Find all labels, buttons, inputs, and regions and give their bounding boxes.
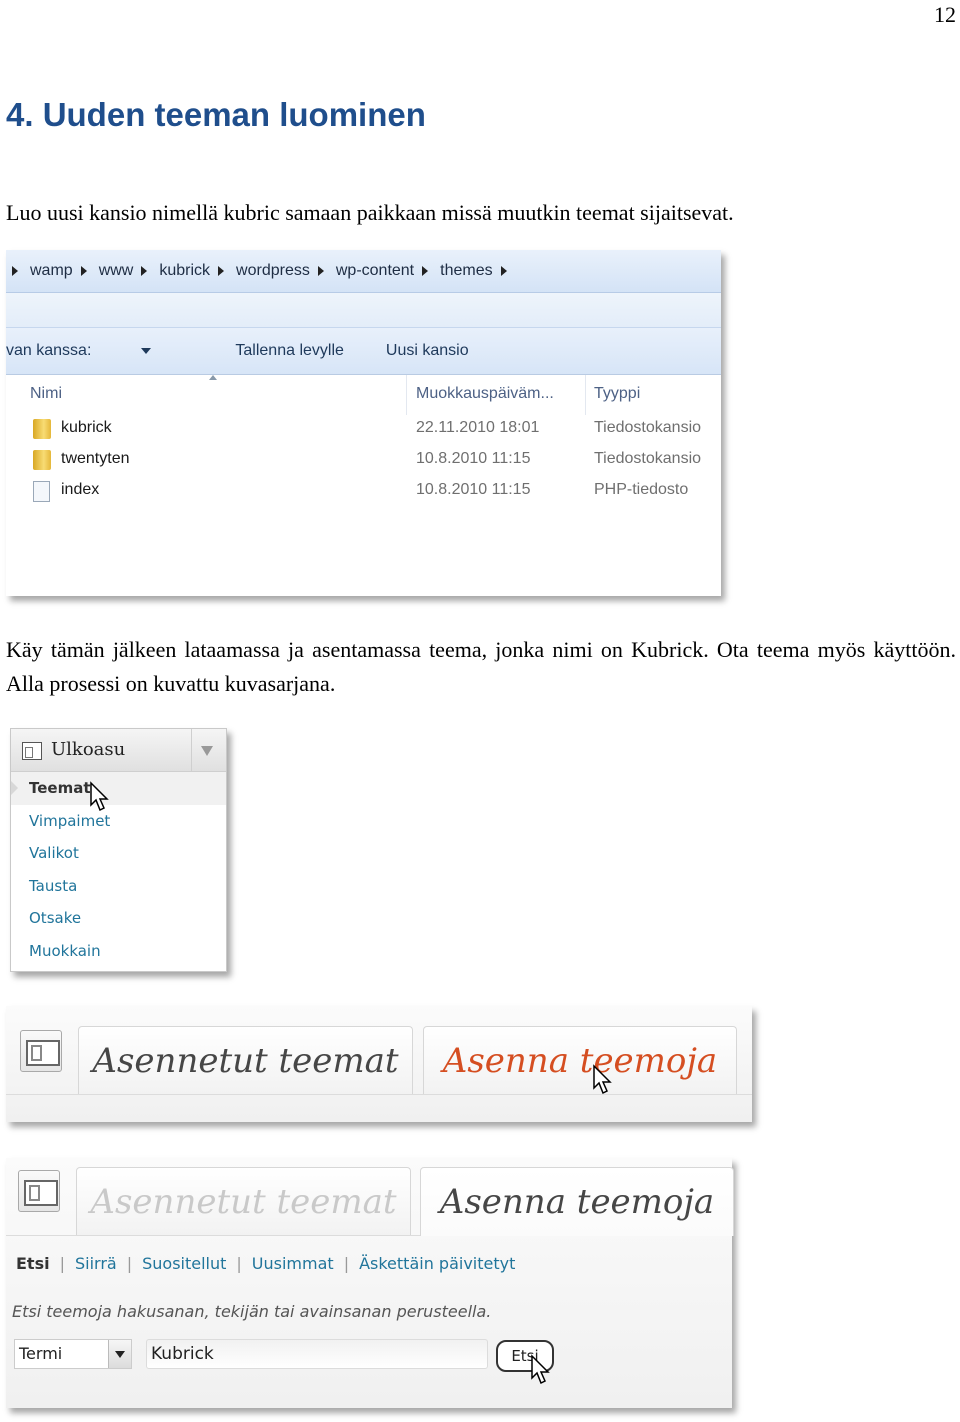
menu-item-editor[interactable]: Muokkain (11, 935, 226, 968)
search-input[interactable]: Kubrick (146, 1339, 488, 1369)
tab-baseline (6, 1094, 752, 1095)
breadcrumb-www[interactable]: www (99, 262, 160, 280)
file-name: twentyten (61, 450, 130, 467)
appearance-submenu: Teemat Vimpaimet Valikot Tausta Otsake M… (11, 772, 226, 968)
file-date: 22.11.2010 18:01 (416, 419, 540, 436)
subnav-search[interactable]: Etsi (16, 1254, 50, 1273)
breadcrumb-wamp[interactable]: wamp (30, 262, 99, 280)
column-header-type[interactable]: Tyyppi (594, 385, 640, 403)
column-divider[interactable] (585, 375, 586, 415)
breadcrumb-themes[interactable]: themes (440, 262, 518, 280)
mouse-cursor-icon (531, 1354, 550, 1385)
file-type: PHP-tiedosto (594, 481, 689, 498)
search-type-value: Termi (19, 1344, 63, 1363)
menu-item-widgets[interactable]: Vimpaimet (11, 805, 226, 838)
breadcrumb-arrow-icon[interactable] (12, 266, 18, 276)
subnav-upload[interactable]: Siirrä (75, 1254, 117, 1273)
folder-icon (33, 419, 51, 439)
subnav-separator: | (343, 1254, 350, 1273)
search-type-select[interactable]: Termi (14, 1339, 132, 1369)
appearance-icon (22, 742, 42, 760)
tab-install-themes[interactable]: Asenna teemoja (423, 1026, 737, 1095)
column-headers: Nimi Muokkauspäiväm... Tyyppi (6, 375, 721, 415)
tab-install-themes[interactable]: Asenna teemoja (420, 1167, 734, 1236)
subnav-separator: | (236, 1254, 242, 1273)
chevron-down-icon (141, 347, 152, 354)
breadcrumb-arrow-icon[interactable] (422, 266, 429, 276)
page-number: 12 (934, 2, 956, 27)
paragraph-install-theme: Käy tämän jälkeen lataamassa ja asentama… (6, 637, 956, 696)
menu-divider (191, 729, 192, 771)
install-themes-screenshot: Asennetut teemat Asenna teemoja Etsi | Sii… (6, 1158, 734, 1408)
sort-arrow-icon (209, 375, 217, 380)
subnav-separator: | (59, 1254, 65, 1273)
appearance-menu: Ulkoasu Teemat Vimpaimet Valikot Tausta … (10, 728, 227, 972)
file-date: 10.8.2010 11:15 (416, 481, 531, 498)
themes-page-icon (20, 1030, 62, 1072)
chevron-down-icon[interactable] (201, 746, 213, 756)
tab-installed-themes[interactable]: Asennetut teemat (76, 1167, 411, 1236)
breadcrumb-kubrick[interactable]: kubrick (159, 262, 236, 280)
install-subnav: Etsi | Siirrä | Suositellut | Uusimmat | Äskettä… (16, 1254, 515, 1273)
subnav-featured[interactable]: Suositellut (142, 1254, 226, 1273)
file-type: Tiedostokansio (594, 419, 702, 436)
column-header-name[interactable]: Nimi (30, 385, 62, 403)
section-heading: 4. Uuden teeman luominen (6, 96, 426, 133)
file-type: Tiedostokansio (594, 450, 702, 467)
search-hint: Etsi teemoja hakusanan, tekijän tai avai… (12, 1302, 492, 1321)
command-bar: van kanssa: Tallenna levylle Uusi kansio (6, 328, 721, 375)
toolbar-spacer (6, 293, 721, 328)
explorer-window: wamp www kubrick wordpress wp-content th… (6, 250, 721, 596)
menu-item-menus[interactable]: Valikot (11, 837, 226, 870)
php-file-icon (33, 481, 50, 502)
chevron-down-icon[interactable] (108, 1340, 131, 1368)
mouse-cursor-icon (90, 781, 109, 812)
breadcrumb-arrow-icon[interactable] (80, 266, 87, 276)
file-row[interactable]: index 10.8.2010 11:15 PHP-tiedosto (6, 477, 721, 508)
menu-item-header[interactable]: Otsake (11, 902, 226, 935)
menu-item-background[interactable]: Tausta (11, 870, 226, 903)
file-row[interactable]: kubrick 22.11.2010 18:01 Tiedostokansio (6, 415, 721, 446)
tab-installed-themes[interactable]: Asennetut teemat (78, 1026, 413, 1095)
tab-baseline (6, 1235, 420, 1236)
appearance-menu-header[interactable]: Ulkoasu (11, 729, 226, 772)
breadcrumb-wp-content[interactable]: wp-content (336, 262, 440, 280)
address-bar[interactable]: wamp www kubrick wordpress wp-content th… (6, 250, 721, 293)
subnav-separator: | (126, 1254, 133, 1273)
file-row[interactable]: twentyten 10.8.2010 11:15 Tiedostokansio (6, 446, 721, 477)
paragraph-create-folder: Luo uusi kansio nimellä kubric samaan pa… (6, 200, 734, 225)
breadcrumb-arrow-icon[interactable] (317, 266, 324, 276)
subnav-recently-updated[interactable]: Äskettäin päivitetyt (359, 1254, 515, 1273)
breadcrumb-wordpress[interactable]: wordpress (236, 262, 336, 280)
breadcrumb-arrow-icon[interactable] (218, 266, 225, 276)
file-date: 10.8.2010 11:15 (416, 450, 531, 467)
share-with-button[interactable]: van kanssa: (6, 342, 193, 360)
themes-tabs-screenshot: Asennetut teemat Asenna teemoja (6, 1006, 752, 1122)
file-name: index (61, 481, 100, 498)
subnav-newest[interactable]: Uusimmat (252, 1254, 334, 1273)
breadcrumb-arrow-icon[interactable] (141, 266, 148, 276)
folder-icon (33, 450, 51, 470)
breadcrumb-arrow-icon[interactable] (500, 266, 507, 276)
themes-page-icon (18, 1170, 60, 1212)
mouse-cursor-icon (593, 1064, 612, 1095)
menu-item-themes[interactable]: Teemat (11, 772, 226, 805)
column-divider[interactable] (406, 375, 407, 415)
burn-button[interactable]: Tallenna levylle (235, 342, 344, 360)
appearance-menu-title: Ulkoasu (51, 739, 126, 760)
file-name: kubrick (61, 419, 112, 436)
column-header-date[interactable]: Muokkauspäiväm... (416, 385, 554, 403)
new-folder-button[interactable]: Uusi kansio (386, 342, 469, 360)
